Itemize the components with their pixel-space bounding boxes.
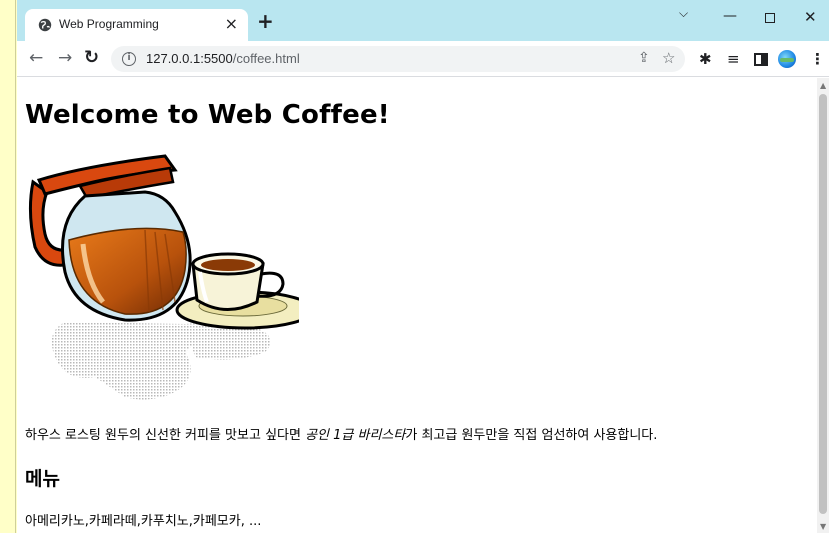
- maximize-button[interactable]: [765, 13, 775, 23]
- intro-text-after: 가 최고급 원두만을 직접 엄선하여 사용합니다.: [405, 428, 658, 443]
- share-icon[interactable]: ⇪: [638, 50, 650, 66]
- new-tab-button[interactable]: +: [257, 11, 274, 31]
- back-arrow-icon[interactable]: ←: [29, 48, 43, 68]
- coffee-pot-image: [28, 154, 299, 400]
- browser-toolbar: ← → ↻ i 127.0.0.1:5500/coffee.html ⇪ ☆ ✱…: [17, 41, 829, 77]
- extensions-puzzle-icon[interactable]: ✱: [699, 50, 712, 68]
- info-icon[interactable]: i: [122, 52, 136, 66]
- reload-icon[interactable]: ↻: [84, 47, 99, 68]
- url-path: /coffee.html: [232, 51, 300, 66]
- kebab-menu-icon[interactable]: ⋮: [810, 50, 825, 68]
- intro-paragraph: 하우스 로스팅 원두의 신선한 커피를 맛보고 싶다면 공인 1급 바리스타가 …: [25, 424, 657, 443]
- media-queue-icon[interactable]: ≡: [727, 50, 740, 68]
- url-host: 127.0.0.1:5500: [146, 51, 233, 66]
- close-tab-icon[interactable]: ×: [225, 14, 238, 33]
- address-bar[interactable]: i 127.0.0.1:5500/coffee.html ⇪ ☆: [111, 46, 685, 72]
- intro-emphasis: 공인 1급 바리스타: [305, 428, 406, 443]
- page-viewport: Welcome to Web Coffee! 하우스 로스팅 원두의 신선한 커…: [17, 78, 817, 533]
- left-editor-strip: [0, 0, 16, 533]
- title-bar: Web Programming × + ⌵ — ✕: [17, 0, 829, 41]
- bookmark-star-icon[interactable]: ☆: [662, 49, 675, 67]
- globe-icon: [38, 18, 52, 32]
- profile-avatar-icon[interactable]: [778, 50, 796, 68]
- browser-window: Web Programming × + ⌵ — ✕ ← → ↻ i 127.0.…: [17, 0, 829, 533]
- scrollbar-thumb[interactable]: [819, 94, 827, 514]
- tab-title: Web Programming: [59, 17, 159, 31]
- side-panel-icon[interactable]: [754, 53, 768, 66]
- tab-web-programming[interactable]: Web Programming ×: [25, 9, 248, 41]
- scroll-up-arrow-icon[interactable]: ▲: [820, 81, 826, 90]
- url-text[interactable]: 127.0.0.1:5500/coffee.html: [146, 51, 300, 66]
- scroll-down-arrow-icon[interactable]: ▼: [820, 522, 826, 531]
- page-title: Welcome to Web Coffee!: [25, 100, 390, 130]
- intro-text-before: 하우스 로스팅 원두의 신선한 커피를 맛보고 싶다면: [25, 428, 306, 443]
- chevron-down-icon[interactable]: ⌵: [679, 6, 688, 21]
- menu-heading: 메뉴: [25, 468, 60, 490]
- menu-items-text: 아메리카노,카페라떼,카푸치노,카페모카, ...: [25, 514, 262, 529]
- forward-arrow-icon[interactable]: →: [58, 48, 72, 68]
- vertical-scrollbar[interactable]: ▲ ▼: [817, 78, 829, 533]
- minimize-button[interactable]: —: [723, 8, 737, 24]
- close-window-button[interactable]: ✕: [804, 8, 817, 26]
